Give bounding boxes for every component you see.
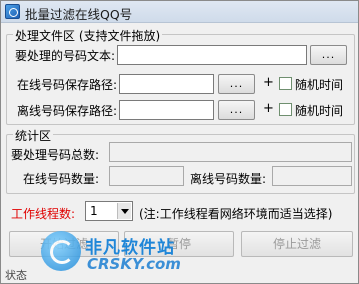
window-title: 批量过滤在线QQ号	[25, 7, 133, 22]
file-group-label: 处理文件区 (支持文件拖放)	[13, 27, 163, 44]
online-path-browse-button[interactable]: ...	[218, 74, 255, 94]
online-count-label: 在线号码数量:	[23, 172, 100, 186]
crsky-watermark: 非凡软件站 CRSKY.com	[41, 229, 191, 279]
online-path-field[interactable]	[119, 74, 214, 94]
stats-group-label: 统计区	[13, 127, 54, 144]
offline-count-label: 离线号码数量:	[190, 172, 267, 186]
offline-random-time-label[interactable]: 随机时间	[295, 102, 343, 119]
main-window: 批量过滤在线QQ号 处理文件区 (支持文件拖放) 要处理的号码文本: ... 在…	[0, 0, 359, 284]
thread-note: (注:工作线程看网络环境而适当选择)	[139, 207, 333, 221]
offline-count-field	[272, 166, 352, 186]
offline-path-label: 离线号码保存路径:	[17, 104, 118, 118]
online-random-time-label[interactable]: 随机时间	[295, 76, 343, 93]
offline-path-field[interactable]	[119, 100, 214, 120]
chevron-down-icon[interactable]	[117, 203, 131, 219]
thread-count-value: 1	[90, 204, 98, 218]
online-count-field	[109, 166, 184, 186]
online-random-time-checkbox[interactable]	[279, 77, 292, 90]
app-icon	[5, 4, 20, 19]
stop-filter-button[interactable]: 停止过滤	[241, 231, 353, 257]
offline-random-time-checkbox[interactable]	[279, 103, 292, 116]
status-bar-text: 状态	[5, 269, 27, 282]
input-file-field[interactable]	[117, 45, 307, 65]
title-bar[interactable]: 批量过滤在线QQ号	[1, 1, 358, 23]
total-count-label: 要处理号码总数:	[11, 148, 100, 162]
crsky-logo-icon	[41, 231, 81, 271]
watermark-en-text: CRSKY.com	[87, 255, 181, 273]
input-file-label: 要处理的号码文本:	[15, 49, 116, 63]
online-plus-sign: +	[263, 75, 274, 90]
thread-count-select[interactable]: 1	[85, 201, 133, 221]
online-path-label: 在线号码保存路径:	[17, 78, 118, 92]
input-file-browse-button[interactable]: ...	[310, 45, 347, 65]
offline-path-browse-button[interactable]: ...	[218, 100, 255, 120]
total-count-field	[109, 142, 352, 162]
thread-count-label: 工作线程数:	[11, 207, 76, 221]
offline-plus-sign: +	[263, 101, 274, 116]
